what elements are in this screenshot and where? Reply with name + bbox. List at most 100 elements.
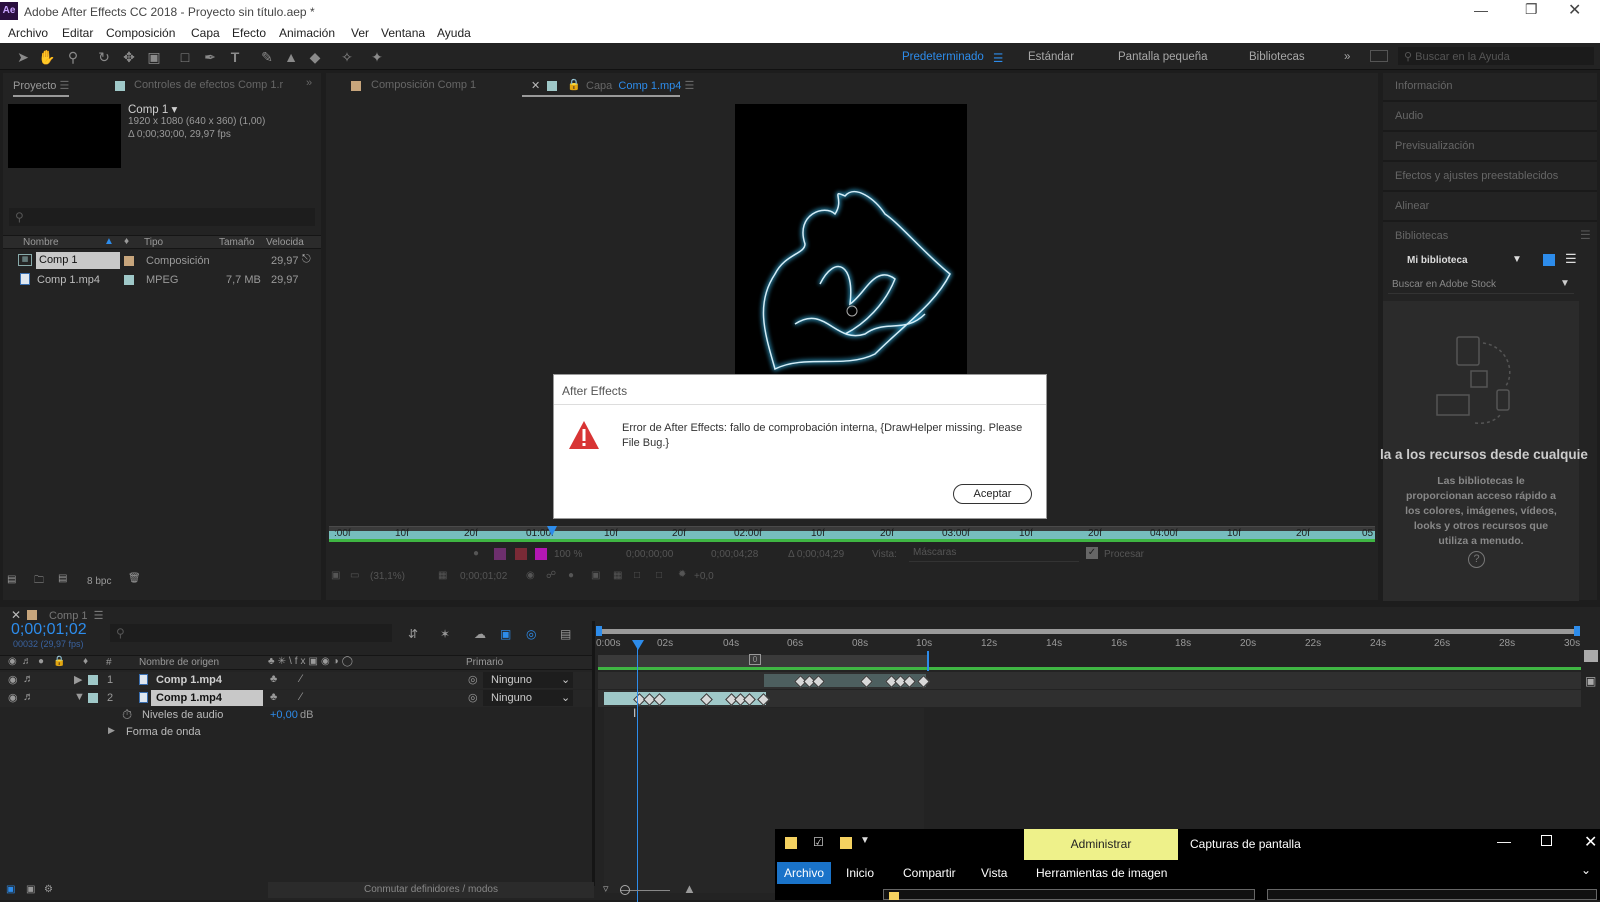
workspace-menu-icon[interactable]: ☰ (993, 51, 1003, 65)
transparency-icon[interactable]: ▦ (613, 570, 622, 581)
pick-whip-icon[interactable]: ◎ (468, 691, 478, 704)
quality-icon[interactable]: ⁄ (300, 691, 302, 703)
col-tamano[interactable]: Tamaño (219, 237, 255, 248)
camera-tool-icon[interactable]: ✥ (120, 48, 138, 66)
properties-icon[interactable]: ☑ (813, 835, 824, 849)
color-swatch[interactable] (494, 548, 506, 560)
anchor-tool-icon[interactable]: ▣ (145, 48, 163, 66)
workspace-pantalla-pequena[interactable]: Pantalla pequeña (1118, 51, 1208, 63)
magnification[interactable]: (31,1%) (370, 571, 405, 582)
tab-composicion[interactable]: Composición Comp 1 (371, 79, 476, 91)
waveform-row[interactable]: ▶ Forma de onda (0, 724, 592, 741)
out-time[interactable]: 0;00;04;28 (711, 549, 758, 560)
color-swatch[interactable] (515, 548, 527, 560)
sort-asc-icon[interactable]: ▲ (104, 236, 114, 247)
grid-view-icon[interactable] (1543, 254, 1555, 266)
channel-icon[interactable]: ● (568, 570, 574, 581)
fast-preview-icon[interactable]: □ (656, 570, 662, 581)
col-tipo[interactable]: Tipo (144, 237, 163, 248)
minimize-icon[interactable]: — (1474, 2, 1488, 18)
rectangle-tool-icon[interactable]: □ (176, 48, 194, 66)
maximize-icon[interactable] (1541, 835, 1552, 846)
col-source-name[interactable]: Nombre de origen (139, 657, 219, 668)
layer-playhead[interactable] (547, 526, 557, 536)
flowchart-icon[interactable]: ⎋ (302, 253, 311, 266)
layer-name[interactable]: Comp 1.mp4 (151, 690, 263, 706)
lock-icon[interactable]: 🔒 (567, 78, 581, 91)
close-icon[interactable]: ✕ (1568, 0, 1581, 20)
close-timeline-icon[interactable]: ✕ (11, 608, 21, 622)
layer-label-swatch[interactable] (88, 675, 98, 685)
type-tool-icon[interactable]: T (226, 48, 244, 66)
zoom-tool-icon[interactable]: ⚲ (64, 48, 82, 66)
workspace-estandar[interactable]: Estándar (1028, 51, 1074, 63)
accept-button[interactable]: Aceptar (953, 484, 1032, 504)
timeline-search-input[interactable]: ⚲ (110, 624, 392, 642)
graph-editor-icon[interactable]: ▤ (560, 627, 571, 641)
audio-speaker-icon[interactable]: ♬ (23, 691, 34, 703)
brush-tool-icon[interactable]: ✎ (258, 48, 276, 66)
restore-icon[interactable]: ❐ (1525, 1, 1538, 18)
continuous-rasterize-icon[interactable]: ♣ (270, 673, 277, 685)
menu-composicion[interactable]: Composición (106, 26, 175, 40)
grid-icon[interactable]: ▦ (438, 570, 447, 581)
layer-time-ruler[interactable]: :00f 10f 20f 01:00f 10f 20f 02:00f 10f 2… (329, 526, 1375, 542)
new-comp-icon[interactable]: ▤ (58, 573, 67, 584)
menu-animacion[interactable]: Animación (279, 26, 335, 40)
menu-editar[interactable]: Editar (62, 26, 93, 40)
region-icon[interactable]: ▣ (591, 570, 600, 581)
quick-access-dropdown-icon[interactable]: ▼ (860, 835, 870, 846)
in-time[interactable]: 0;00;00;00 (626, 549, 673, 560)
hand-tool-icon[interactable]: ✋ (38, 48, 56, 66)
panel-previsualizacion[interactable]: Previsualización (1395, 140, 1474, 152)
work-area-start-handle[interactable] (596, 626, 602, 636)
visibility-eye-icon[interactable]: ◉ (8, 673, 18, 686)
panel-informacion[interactable]: Información (1395, 80, 1452, 92)
ribbon-tab-herramientas[interactable]: Herramientas de imagen (1036, 866, 1167, 880)
minimize-icon[interactable]: — (1497, 833, 1511, 849)
work-area-end-handle[interactable] (1574, 626, 1580, 636)
address-bar[interactable] (883, 889, 1255, 900)
manage-tab[interactable]: Administrar (1024, 829, 1178, 860)
pick-whip-icon[interactable]: ◎ (468, 673, 478, 686)
ribbon-tab-vista[interactable]: Vista (981, 866, 1007, 880)
panel-efectos[interactable]: Efectos y ajustes preestablecidos (1395, 170, 1558, 182)
monitor-icon[interactable]: ▭ (350, 570, 359, 581)
parent-select[interactable]: Ninguno ⌄ (483, 690, 573, 706)
3d-view-icon[interactable]: □ (634, 570, 640, 581)
stopwatch-icon[interactable]: ⏱ (122, 707, 132, 723)
zoom-in-icon[interactable]: ▲ (683, 881, 696, 896)
layer-label-swatch[interactable] (88, 693, 98, 703)
tab-controles-efectos[interactable]: Controles de efectos Comp 1.r (134, 79, 283, 91)
interpret-footage-icon[interactable]: ▤ (7, 574, 16, 585)
puppet-tool-icon[interactable]: ✦ (368, 48, 386, 66)
zoom-slider-handle[interactable] (620, 885, 630, 895)
menu-ayuda[interactable]: Ayuda (437, 26, 471, 40)
ribbon-tab-compartir[interactable]: Compartir (903, 866, 956, 880)
audio-speaker-icon[interactable]: ♬ (23, 673, 34, 685)
workspace-predeterminado[interactable]: Predeterminado (902, 51, 984, 63)
panel-menu-icon[interactable]: ☰ (1580, 228, 1591, 242)
shy-layers-icon[interactable]: ☁ (474, 627, 486, 641)
zoom-out-icon[interactable]: ▿ (603, 882, 609, 895)
audio-icon[interactable]: ♬ (22, 656, 32, 667)
timeline-current-time[interactable]: 0;00;01;02 (11, 621, 87, 639)
eye-icon[interactable]: ◉ (8, 656, 17, 667)
close-tab-icon[interactable]: ✕ (531, 79, 540, 92)
layer-name[interactable]: Comp 1.mp4 (156, 674, 222, 686)
zoom-percent[interactable]: 100 % (554, 549, 582, 560)
time-stretch-icon[interactable]: ⚙ (44, 884, 53, 895)
col-parent[interactable]: Primario (466, 657, 503, 668)
menu-ver[interactable]: Ver (351, 26, 369, 40)
menu-archivo[interactable]: Archivo (8, 26, 48, 40)
new-folder-icon[interactable]: 🗀 (34, 573, 44, 590)
quality-icon[interactable]: ⁄ (300, 673, 302, 685)
continuous-rasterize-icon[interactable]: ♣ (270, 691, 277, 703)
tab-capa[interactable]: Capa Comp 1.mp4 ☰ (586, 79, 694, 92)
bpc-label[interactable]: 8 bpc (87, 576, 111, 587)
exposure-value[interactable]: +0,0 (694, 571, 714, 582)
render-checkbox[interactable]: ✓ (1086, 547, 1098, 559)
project-item-comp[interactable]: ▦ Comp 1 Composición 29,97 ⎋ (3, 252, 321, 270)
solo-icon[interactable]: ● (38, 656, 44, 667)
library-select[interactable]: Mi biblioteca ▼ (1392, 252, 1524, 270)
